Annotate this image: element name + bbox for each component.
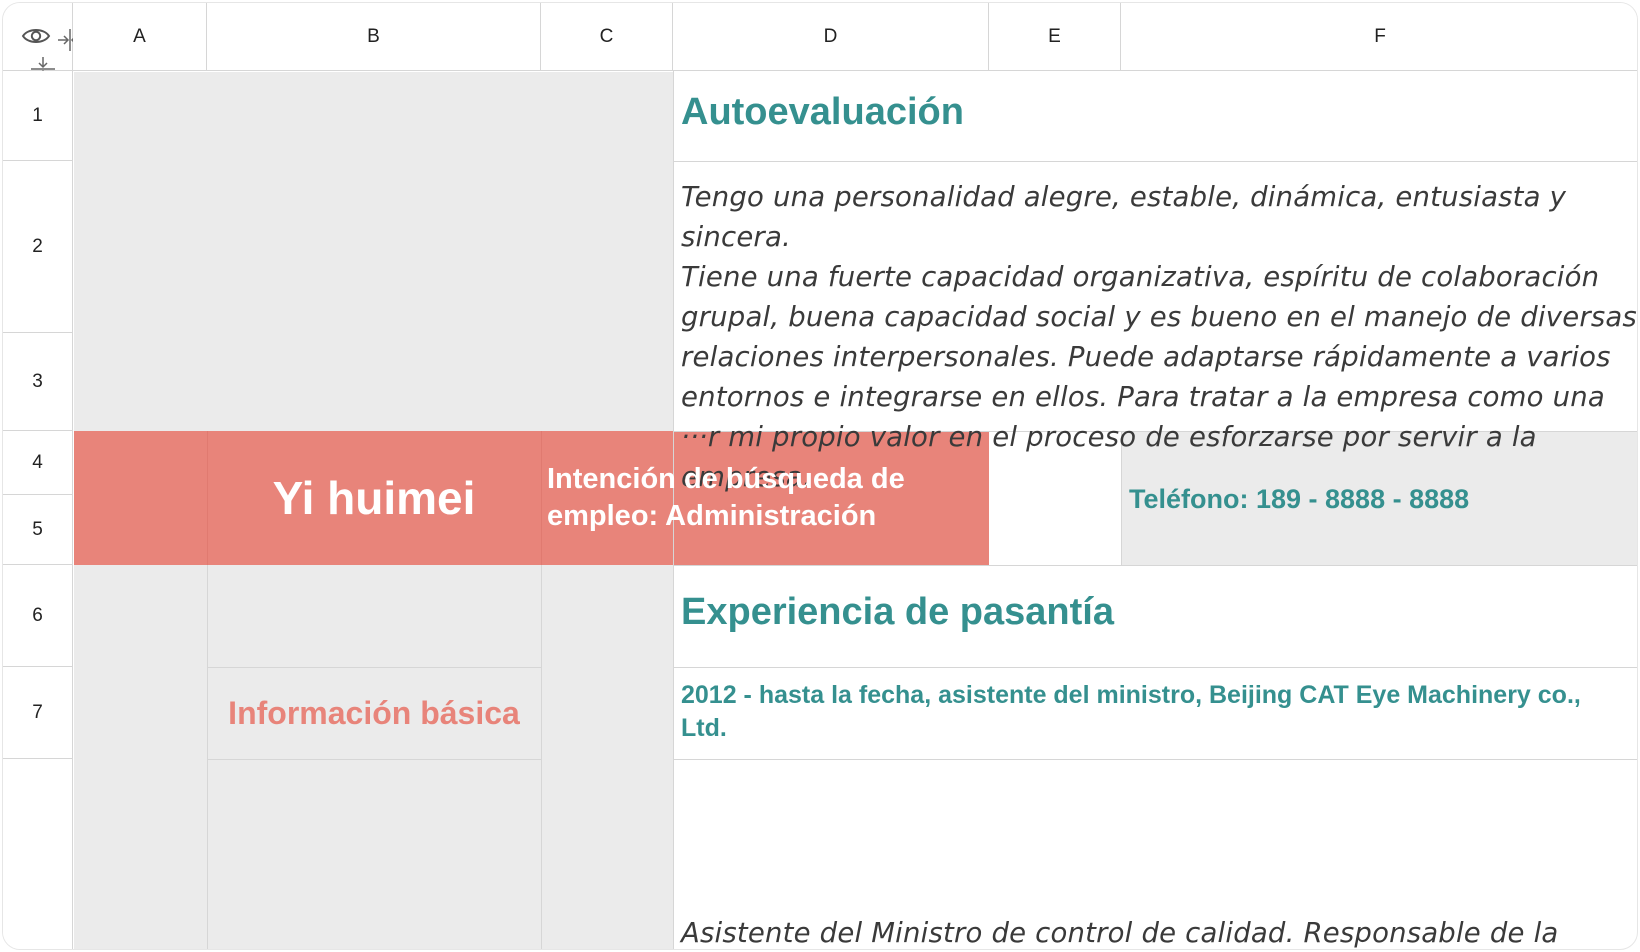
eye-icon[interactable]	[21, 25, 51, 52]
self-evaluation-line: Tengo una personalidad alegre, estable, …	[681, 181, 1567, 253]
row-header-6[interactable]: 6	[3, 565, 73, 667]
row-header-8[interactable]	[3, 759, 73, 949]
row-header-7[interactable]: 7	[3, 667, 73, 759]
row-header-3[interactable]: 3	[3, 333, 73, 431]
internship-title[interactable]: Experiencia de pasantía	[681, 591, 1114, 634]
row-header-2[interactable]: 2	[3, 161, 73, 333]
gray-block-top	[74, 72, 673, 431]
internship-entry[interactable]: 2012 - hasta la fecha, asistente del min…	[681, 679, 1633, 745]
name-cell[interactable]: Yi huimei	[207, 431, 541, 565]
column-header-a[interactable]: A	[73, 3, 207, 71]
column-header-c[interactable]: C	[541, 3, 673, 71]
self-evaluation-line: Tiene una fuerte capacidad organizativa,…	[681, 261, 1600, 293]
phone-cell[interactable]: Teléfono: 189 - 8888 - 8888	[1129, 483, 1469, 516]
internship-description[interactable]: Asistente del Ministro de control de cal…	[681, 913, 1633, 949]
job-intention-cell[interactable]: Intención de búsqueda de empleo: Adminis…	[547, 461, 967, 535]
row-header-5[interactable]: 5	[3, 495, 73, 565]
column-header-d[interactable]: D	[673, 3, 989, 71]
self-evaluation-text[interactable]: Tengo una personalidad alegre, estable, …	[681, 177, 1637, 497]
spreadsheet-view: A B C D E F 1 2 3 4 5 6 7 Autoevaluación…	[2, 2, 1638, 950]
row-header-4[interactable]: 4	[3, 431, 73, 495]
self-evaluation-title[interactable]: Autoevaluación	[681, 91, 964, 134]
self-evaluation-line: grupal, buena capacidad social y es buen…	[681, 301, 1637, 333]
row-header-1[interactable]: 1	[3, 71, 73, 161]
column-header-f[interactable]: F	[1121, 3, 1637, 71]
column-header-e[interactable]: E	[989, 3, 1121, 71]
self-evaluation-line: entornos e integrarse en ellos. Para tra…	[681, 381, 1605, 413]
self-evaluation-line: relaciones interpersonales. Puede adapta…	[681, 341, 1611, 373]
column-header-b[interactable]: B	[207, 3, 541, 71]
basic-info-cell[interactable]: Información básica	[207, 667, 541, 759]
